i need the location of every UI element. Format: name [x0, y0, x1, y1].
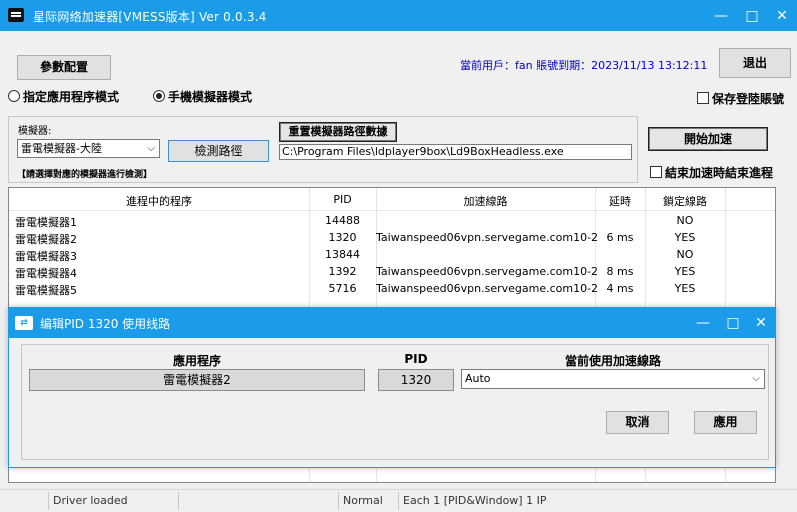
- save-login-checkbox[interactable]: [697, 92, 709, 104]
- column-header[interactable]: 進程中的程序: [9, 193, 309, 209]
- table-row[interactable]: 雷電模擬器1 14488 NO: [9, 212, 775, 229]
- column-header[interactable]: 鎖定線路: [645, 193, 725, 209]
- table-row[interactable]: 雷電模擬器2 1320 Taiwanspeed06vpn.servegame.c…: [9, 229, 775, 246]
- dialog-titlebar[interactable]: ⇄ 编辑PID 1320 使用线路 — □ ✕: [9, 308, 775, 338]
- app-field: 雷電模擬器2: [29, 369, 365, 391]
- dialog-close-icon[interactable]: ✕: [749, 312, 773, 334]
- emulator-mode-label: 手機模擬器模式: [168, 90, 253, 104]
- status-bar: Driver loaded Normal Each 1 [PID&Window]…: [0, 489, 797, 512]
- column-header[interactable]: 延時: [595, 193, 645, 209]
- line-header: 當前使用加速線路: [564, 354, 661, 368]
- save-login-label: 保存登陸賬號: [712, 92, 785, 106]
- maximize-icon[interactable]: □: [740, 5, 764, 27]
- exit-button[interactable]: 退出: [719, 48, 791, 78]
- dialog-maximize-icon[interactable]: □: [721, 312, 745, 334]
- line-select[interactable]: Auto ⌵: [461, 369, 765, 389]
- minimize-icon[interactable]: —: [709, 5, 733, 27]
- emulator-select[interactable]: 雷電模擬器-大陸 ⌵: [17, 139, 160, 158]
- emulator-label: 模擬器:: [18, 126, 52, 137]
- apply-button[interactable]: 應用: [694, 411, 757, 434]
- status-driver: Driver loaded: [53, 494, 128, 507]
- end-process-label: 結束加速時結束進程: [665, 166, 774, 180]
- window-title: 星际网络加速器[VMESS版本] Ver 0.0.3.4: [33, 10, 267, 24]
- user-info-text: 當前用戶：fan 賬號到期：2023/11/13 13:12:11: [460, 59, 708, 72]
- reset-emulator-path-button[interactable]: 重置模擬器路徑數據: [279, 122, 397, 142]
- status-mode: Normal: [343, 494, 383, 507]
- end-process-checkbox[interactable]: [650, 166, 662, 178]
- window-titlebar[interactable]: 星际网络加速器[VMESS版本] Ver 0.0.3.4 — □ ✕: [0, 0, 797, 31]
- dialog-logo-icon: ⇄: [15, 316, 33, 330]
- dialog-title: 编辑PID 1320 使用线路: [40, 317, 171, 331]
- cancel-button[interactable]: 取消: [606, 411, 669, 434]
- emulator-select-value: 雷電模擬器-大陸: [21, 142, 102, 155]
- specified-app-mode-label: 指定應用程序模式: [23, 90, 120, 104]
- emulator-mode-radio[interactable]: [153, 90, 165, 102]
- config-button[interactable]: 參數配置: [17, 55, 111, 80]
- detect-path-button[interactable]: 檢測路徑: [168, 140, 269, 162]
- pid-field: 1320: [378, 369, 454, 391]
- start-accelerate-button[interactable]: 開始加速: [648, 127, 768, 151]
- table-row[interactable]: 雷電模擬器5 5716 Taiwanspeed06vpn.servegame.c…: [9, 280, 775, 297]
- specified-app-mode-radio[interactable]: [8, 90, 20, 102]
- table-header: 進程中的程序 PID 加速線路 延時 鎖定線路: [9, 188, 775, 211]
- pid-header: PID: [404, 352, 428, 366]
- table-row[interactable]: 雷電模擬器4 1392 Taiwanspeed06vpn.servegame.c…: [9, 263, 775, 280]
- edit-line-dialog[interactable]: ⇄ 编辑PID 1320 使用线路 — □ ✕ 應用程序 PID 當前使用加速線…: [8, 307, 776, 468]
- dialog-minimize-icon[interactable]: —: [691, 312, 715, 334]
- table-row[interactable]: 雷電模擬器3 13844 NO: [9, 246, 775, 263]
- column-header[interactable]: 加速線路: [376, 193, 595, 209]
- chevron-down-icon: ⌵: [752, 373, 760, 384]
- emulator-path-field[interactable]: C:\Program Files\ldplayer9box\Ld9BoxHead…: [279, 144, 632, 160]
- close-icon[interactable]: ✕: [770, 5, 794, 27]
- status-info: Each 1 [PID&Window] 1 IP: [403, 494, 547, 507]
- app-logo-icon: [8, 8, 24, 22]
- column-header[interactable]: PID: [309, 193, 376, 206]
- app-header: 應用程序: [172, 354, 221, 368]
- chevron-down-icon: ⌵: [147, 143, 155, 154]
- emulator-hint: 【請選擇對應的模擬器進行檢測】: [17, 170, 153, 180]
- line-select-value: Auto: [465, 372, 491, 385]
